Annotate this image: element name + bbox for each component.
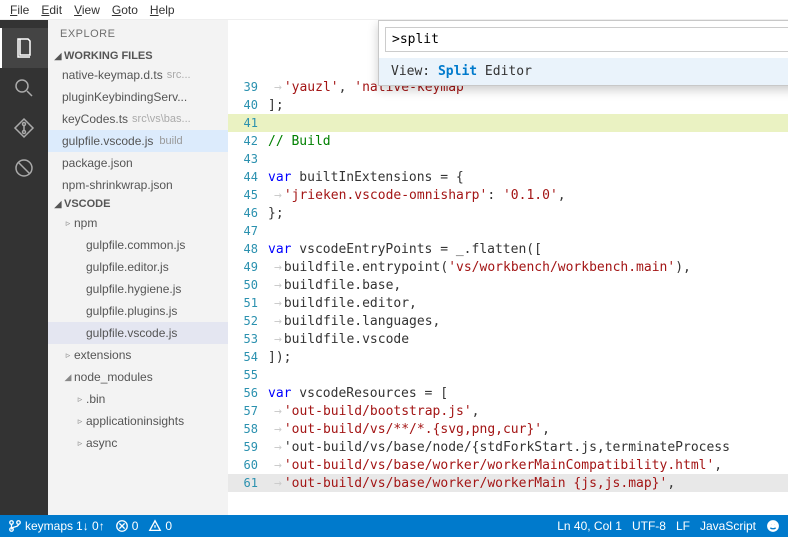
folder-tree-item[interactable]: ▹async [48,432,228,454]
code-line[interactable]: 47 [228,222,788,240]
folder-tree-item[interactable]: gulpfile.editor.js [48,256,228,278]
working-file-item[interactable]: native-keymap.d.tssrc... [48,64,228,86]
working-file-item[interactable]: package.json [48,152,228,174]
code-line[interactable]: 49→buildfile.entrypoint('vs/workbench/wo… [228,258,788,276]
editor-area: ✕ , 'remote', 'sax',rl', 'vscode-textm39… [228,20,788,517]
debug-icon[interactable] [0,148,48,188]
menu-file[interactable]: File [4,1,35,19]
code-line[interactable]: 57→'out-build/bootstrap.js', [228,402,788,420]
activity-bar [0,20,48,517]
encoding-status[interactable]: UTF-8 [632,519,666,533]
code-line[interactable]: 55 [228,366,788,384]
code-line[interactable]: 45→'jrieken.vscode-omnisharp': '0.1.0', [228,186,788,204]
folder-tree-item[interactable]: ▹.bin [48,388,228,410]
search-icon[interactable] [0,68,48,108]
code-line[interactable]: 44var builtInExtensions = { [228,168,788,186]
code-line[interactable]: 48var vscodeEntryPoints = _.flatten([ [228,240,788,258]
git-branch-status[interactable]: keymaps 1↓ 0↑ [8,519,105,533]
folder-tree-item[interactable]: gulpfile.common.js [48,234,228,256]
working-file-item[interactable]: gulpfile.vscode.jsbuild [48,130,228,152]
code-line[interactable]: 53→buildfile.vscode [228,330,788,348]
code-line[interactable]: 61→'out-build/vs/base/worker/workerMain … [228,474,788,492]
explorer-sidebar: EXPLORE ◢WORKING FILES native-keymap.d.t… [48,20,228,517]
errors-status[interactable]: 0 [115,519,139,533]
code-line[interactable]: 43 [228,150,788,168]
code-line[interactable]: 60→'out-build/vs/base/worker/workerMainC… [228,456,788,474]
command-palette: View: Split Editor Ctrl+^ [378,20,788,86]
folder-tree-item[interactable]: gulpfile.hygiene.js [48,278,228,300]
code-line[interactable]: 42// Build [228,132,788,150]
git-icon[interactable] [0,108,48,148]
language-status[interactable]: JavaScript [700,519,756,533]
command-palette-result[interactable]: View: Split Editor Ctrl+^ [379,58,788,85]
folder-tree-item[interactable]: gulpfile.plugins.js [48,300,228,322]
code-line[interactable]: 41 [228,114,788,132]
status-bar: keymaps 1↓ 0↑ 0 0 Ln 40, Col 1 UTF-8 LF … [0,515,788,537]
eol-status[interactable]: LF [676,519,690,533]
working-file-item[interactable]: npm-shrinkwrap.json [48,174,228,196]
code-line[interactable]: 56var vscodeResources = [ [228,384,788,402]
code-line[interactable]: 58→'out-build/vs/**/*.{svg,png,cur}', [228,420,788,438]
menu-goto[interactable]: Goto [106,1,144,19]
sidebar-title: EXPLORE [48,20,228,48]
folder-tree-item[interactable]: ▹applicationinsights [48,410,228,432]
menubar: File Edit View Goto Help [0,0,788,20]
code-line[interactable]: 51→buildfile.editor, [228,294,788,312]
folder-tree-item[interactable]: ▹extensions [48,344,228,366]
working-file-item[interactable]: pluginKeybindingServ... [48,86,228,108]
cursor-position-status[interactable]: Ln 40, Col 1 [557,519,622,533]
menu-help[interactable]: Help [144,1,181,19]
working-file-item[interactable]: keyCodes.tssrc\vs\bas... [48,108,228,130]
feedback-icon[interactable] [766,519,780,533]
folder-tree-item[interactable]: gulpfile.vscode.js [48,322,228,344]
command-palette-input[interactable] [385,27,788,52]
code-line[interactable]: 52→buildfile.languages, [228,312,788,330]
menu-view[interactable]: View [68,1,106,19]
code-line[interactable]: 46}; [228,204,788,222]
folder-header[interactable]: ◢VSCODE [48,196,228,212]
explorer-icon[interactable] [0,28,48,68]
code-line[interactable]: 59→'out-build/vs/base/node/{stdForkStart… [228,438,788,456]
folder-tree-item[interactable]: ◢node_modules [48,366,228,388]
code-line[interactable]: 40]; [228,96,788,114]
code-line[interactable]: 50→buildfile.base, [228,276,788,294]
folder-tree-item[interactable]: ▹npm [48,212,228,234]
working-files-header[interactable]: ◢WORKING FILES [48,48,228,64]
warnings-status[interactable]: 0 [148,519,172,533]
code-line[interactable]: 54]); [228,348,788,366]
menu-edit[interactable]: Edit [35,1,68,19]
